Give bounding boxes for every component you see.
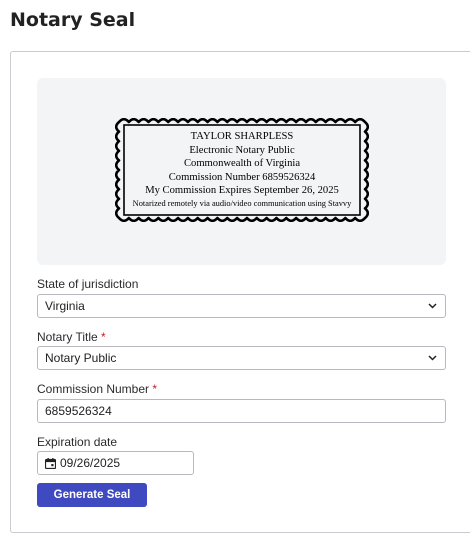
required-indicator: * [101, 330, 106, 344]
seal-line-commission: Commission Number 6859526324 [168, 171, 316, 183]
state-label: State of jurisdiction [37, 277, 139, 291]
state-select-value: Virginia [45, 299, 85, 313]
seal-line-name: TAYLOR SHARPLESS [190, 131, 294, 143]
seal-line-title: Electronic Notary Public [189, 144, 295, 156]
seal-line-jurisdiction: Commonwealth of Virginia [183, 158, 301, 170]
notary-title-label-text: Notary Title [37, 330, 98, 344]
calendar-icon[interactable] [45, 458, 56, 469]
commission-number-value: 6859526324 [45, 404, 112, 418]
chevron-down-icon [428, 355, 437, 361]
notary-title-label: Notary Title * [37, 330, 106, 344]
commission-number-label-text: Commission Number [37, 382, 150, 396]
expiration-date-input[interactable]: 09/26/2025 [37, 451, 194, 475]
generate-seal-button[interactable]: Generate Seal [37, 483, 147, 507]
notary-title-select-value: Notary Public [45, 351, 117, 365]
seal-preview: TAYLOR SHARPLESS Electronic Notary Publi… [37, 78, 446, 265]
seal-line-remote-note: Notarized remotely via audio/video commu… [132, 198, 352, 208]
expiration-date-label: Expiration date [37, 435, 118, 449]
commission-number-label: Commission Number * [37, 382, 157, 396]
commission-number-input[interactable]: 6859526324 [37, 399, 446, 423]
notary-title-select[interactable]: Notary Public [37, 346, 446, 370]
seal-form-card: TAYLOR SHARPLESS Electronic Notary Publi… [10, 51, 470, 533]
state-select[interactable]: Virginia [37, 294, 446, 318]
seal-line-expiration: My Commission Expires September 26, 2025 [145, 185, 339, 197]
seal-text: TAYLOR SHARPLESS Electronic Notary Publi… [115, 118, 369, 222]
chevron-down-icon [428, 303, 437, 309]
expiration-date-value: 09/26/2025 [60, 456, 121, 470]
page-title: Notary Seal [10, 9, 136, 31]
required-indicator: * [152, 382, 158, 396]
